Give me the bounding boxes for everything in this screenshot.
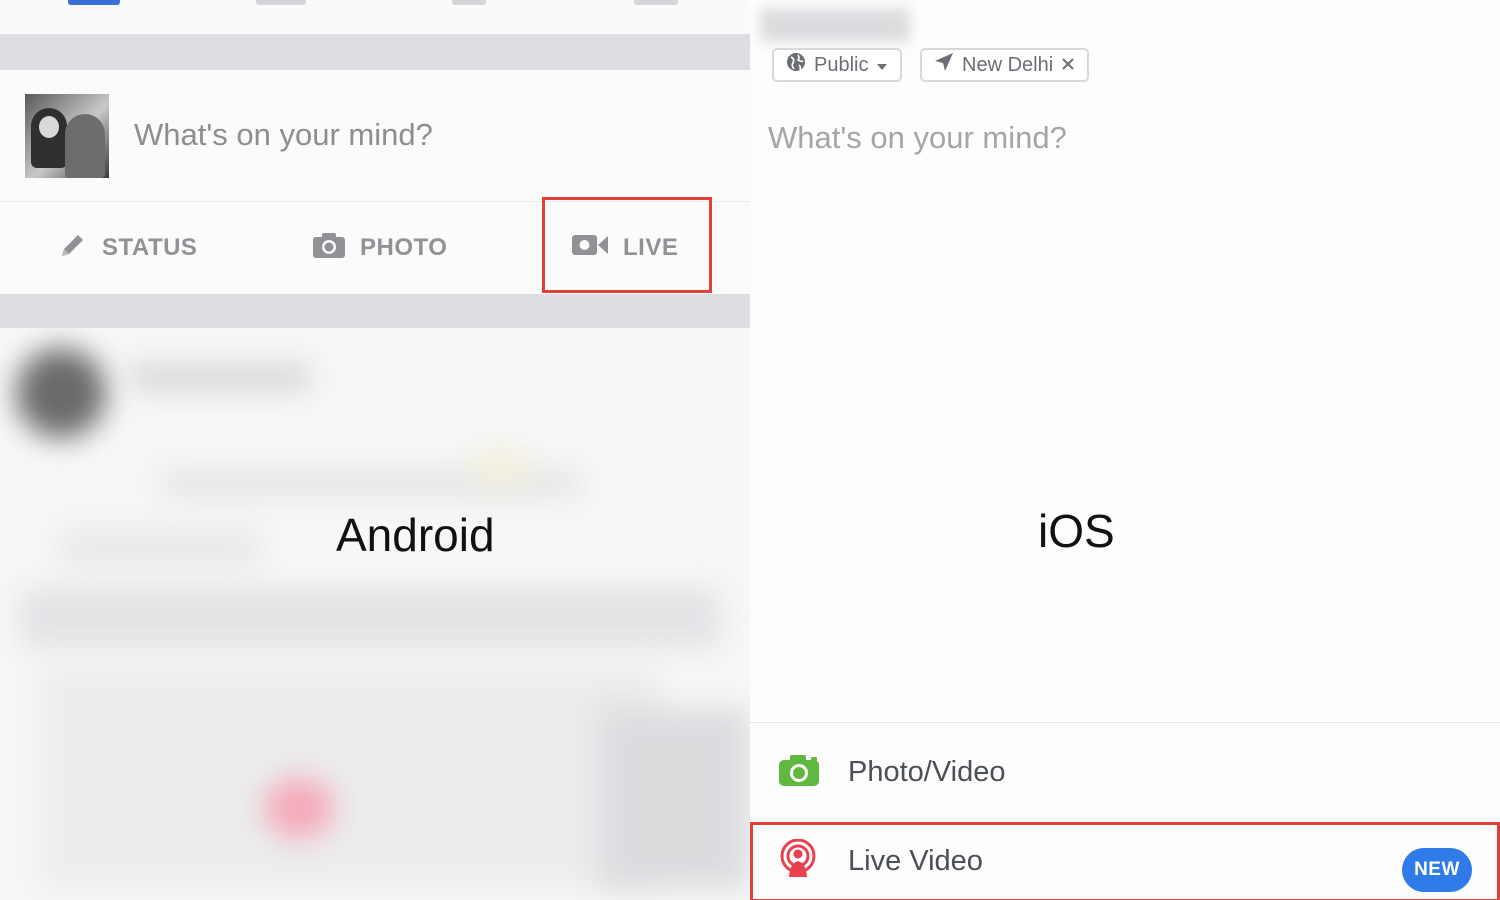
photo-label: PHOTO: [360, 234, 448, 261]
blurred-feed-post: [0, 328, 750, 900]
ios-panel: Public New Delhi What's on your mind? iO…: [750, 0, 1500, 900]
close-icon[interactable]: [1061, 54, 1075, 77]
status-button[interactable]: STATUS: [58, 226, 197, 270]
android-panel: What's on your mind? STATUS PHOTO LIVE A…: [0, 0, 750, 900]
camera-icon: [778, 753, 820, 792]
composer-prompt[interactable]: What's on your mind?: [134, 117, 433, 153]
chevron-down-icon: [876, 54, 888, 77]
audience-label: Public: [814, 53, 869, 76]
tab-notifications[interactable]: [452, 0, 486, 5]
location-tag[interactable]: New Delhi: [920, 48, 1090, 82]
globe-icon: [786, 52, 806, 78]
photo-video-label: Photo/Video: [848, 755, 1006, 788]
live-highlight-box: [542, 197, 712, 293]
audience-selector[interactable]: Public: [772, 48, 903, 82]
pencil-icon: [58, 230, 88, 267]
avatar[interactable]: [25, 94, 109, 178]
tab-menu[interactable]: [634, 0, 678, 5]
photo-video-option[interactable]: Photo/Video: [750, 724, 1500, 820]
photo-button[interactable]: PHOTO: [312, 226, 447, 270]
platform-label-android: Android: [336, 509, 495, 561]
top-navigation-bar: [0, 0, 750, 34]
camera-icon: [312, 231, 346, 266]
location-label: New Delhi: [962, 53, 1054, 76]
location-arrow-icon: [934, 52, 954, 78]
user-name-blurred: [760, 8, 910, 42]
live-video-highlight-box: [750, 822, 1500, 900]
status-label: STATUS: [102, 234, 198, 261]
feed-divider-top: [0, 34, 750, 70]
composer-prompt[interactable]: What's on your mind?: [768, 120, 1067, 156]
active-tab-indicator[interactable]: [68, 0, 120, 5]
options-sheet-divider: [750, 722, 1500, 723]
option-separator: [750, 820, 1500, 821]
tab-friends[interactable]: [256, 0, 306, 5]
feed-divider-bottom: [0, 294, 750, 328]
platform-label-ios: iOS: [1038, 505, 1115, 557]
